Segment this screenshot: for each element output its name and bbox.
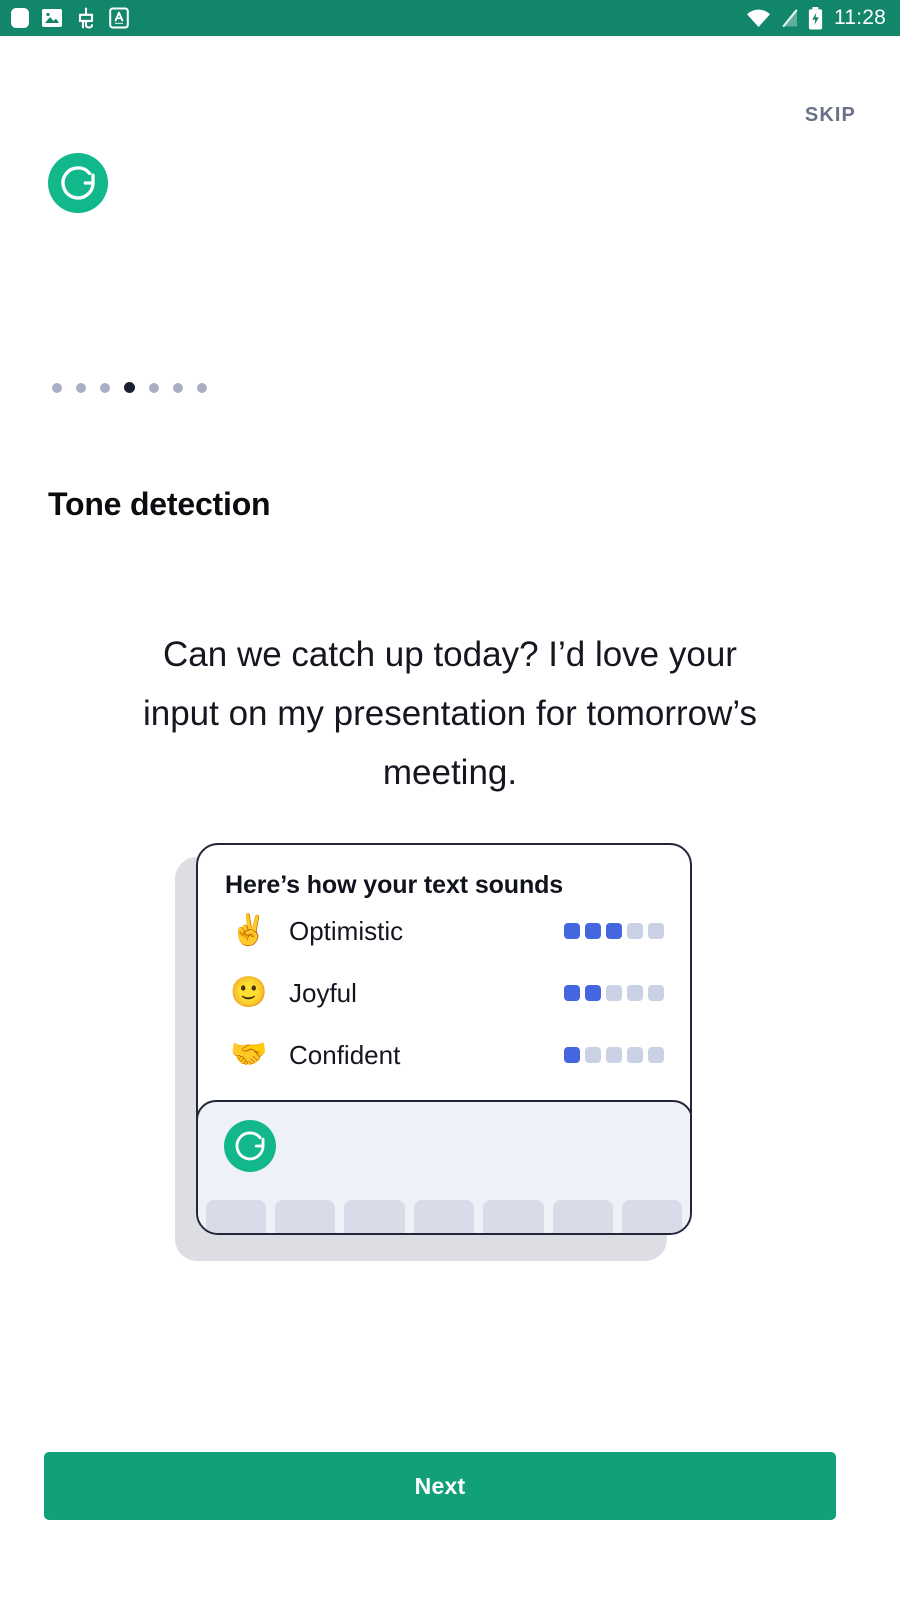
keyboard-preview	[198, 1099, 690, 1233]
tone-card-stack: Here’s how your text sounds ✌️ Optimisti…	[175, 843, 695, 1263]
next-button[interactable]: Next	[44, 1452, 836, 1520]
wifi-icon	[747, 9, 770, 27]
tone-pip-empty	[585, 1047, 601, 1063]
tone-label: Confident	[289, 1039, 401, 1070]
status-clock: 11:28	[834, 6, 886, 29]
tone-label: Optimistic	[289, 915, 404, 946]
cellular-signal-off-icon	[782, 9, 798, 28]
grammarly-logo	[48, 153, 108, 213]
pagination-dots[interactable]	[52, 382, 207, 393]
tone-pip-filled	[606, 923, 622, 939]
tone-row-joyful: 🙂 Joyful	[198, 962, 690, 1024]
slight-smile-emoji: 🙂	[230, 975, 268, 1010]
page-dot-active[interactable]	[124, 382, 135, 393]
tone-pip-empty	[627, 985, 643, 1001]
keyboard-key-row	[198, 1199, 690, 1233]
keyboard-key[interactable]	[344, 1199, 405, 1233]
keyboard-key[interactable]	[205, 1199, 266, 1233]
keyboard-key[interactable]	[274, 1199, 336, 1233]
tone-pip-empty	[648, 1047, 664, 1063]
tone-meter	[564, 1047, 664, 1063]
battery-charging-icon	[808, 6, 823, 29]
tone-meter	[564, 923, 664, 939]
tone-pip-filled	[564, 1047, 580, 1063]
page-dot[interactable]	[197, 382, 207, 393]
victory-hand-emoji: ✌️	[230, 913, 268, 948]
tone-pip-filled	[564, 985, 580, 1001]
keyboard-key[interactable]	[622, 1199, 683, 1233]
tone-card-body: Here’s how your text sounds ✌️ Optimisti…	[198, 845, 690, 1086]
tone-pip-empty	[627, 1047, 643, 1063]
cjk-input-icon	[78, 7, 94, 29]
page-dot[interactable]	[149, 382, 159, 393]
page-title: Tone detection	[48, 486, 271, 522]
tone-card: Here’s how your text sounds ✌️ Optimisti…	[196, 843, 692, 1235]
tone-label: Joyful	[289, 977, 357, 1008]
tone-pip-empty	[606, 1047, 622, 1063]
tone-meter	[564, 985, 664, 1001]
photos-icon	[42, 9, 62, 27]
keyboard-key[interactable]	[483, 1199, 544, 1233]
keyboard-key[interactable]	[552, 1199, 614, 1233]
page-dot[interactable]	[76, 382, 86, 393]
tone-pip-empty	[627, 923, 643, 939]
status-bar-right-icons: 11:28	[746, 6, 886, 30]
tone-row-optimistic: ✌️ Optimistic	[198, 900, 690, 962]
tone-pip-empty	[648, 923, 664, 939]
tone-pip-filled	[585, 985, 601, 1001]
tone-row-confident: 🤝 Confident	[198, 1024, 690, 1086]
tone-pip-empty	[606, 985, 622, 1001]
onboarding-screen: 11:28 SKIP Tone detection Can we catch u…	[0, 0, 900, 1600]
page-dot[interactable]	[52, 382, 62, 393]
tone-card-heading: Here’s how your text sounds	[225, 871, 564, 899]
tone-pip-filled	[585, 923, 601, 939]
grammarly-keyboard-logo[interactable]	[223, 1119, 276, 1172]
text-input-icon	[109, 7, 129, 29]
page-dot[interactable]	[100, 382, 110, 393]
handshake-emoji: 🤝	[230, 1037, 268, 1072]
skip-button[interactable]: SKIP	[805, 104, 856, 127]
page-dot[interactable]	[173, 382, 183, 393]
app-badge-icon	[11, 8, 29, 28]
keyboard-key[interactable]	[413, 1199, 475, 1233]
tone-pip-empty	[648, 985, 664, 1001]
tone-pip-filled	[564, 923, 580, 939]
sample-text: Can we catch up today? I’d love your inp…	[142, 635, 758, 792]
status-bar-left-icons	[10, 6, 129, 30]
status-bar: 11:28	[0, 0, 900, 36]
